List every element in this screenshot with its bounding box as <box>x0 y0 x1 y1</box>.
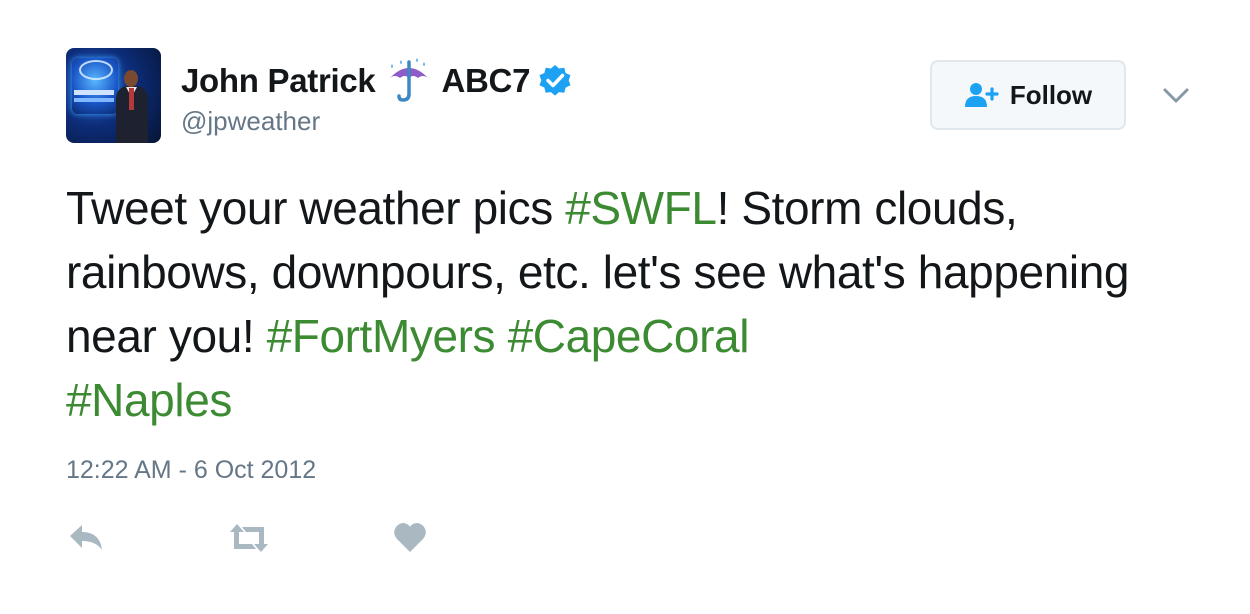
avatar-banner-graphic-2 <box>74 98 114 102</box>
author-name-row[interactable]: John Patrick ABC7 <box>181 58 572 104</box>
avatar[interactable] <box>66 48 161 143</box>
tweet-timestamp[interactable]: 12:22 AM - 6 Oct 2012 <box>66 456 316 485</box>
tweet-text-segment: Tweet your weather pics <box>66 182 566 234</box>
hashtag-link[interactable]: #SWFL <box>565 182 717 234</box>
author-handle[interactable]: @jpweather <box>181 106 320 137</box>
avatar-person-head <box>124 70 138 87</box>
heart-icon[interactable] <box>392 520 428 556</box>
avatar-fish-graphic <box>79 60 113 80</box>
reply-icon[interactable] <box>66 520 106 556</box>
avatar-banner-graphic <box>74 90 114 95</box>
hashtag-link[interactable]: #CapeCoral <box>508 310 750 362</box>
verified-badge-icon <box>538 64 572 98</box>
retweet-icon[interactable] <box>226 520 272 556</box>
chevron-down-icon[interactable] <box>1160 80 1192 112</box>
hashtag-link[interactable]: #Naples <box>66 374 232 426</box>
umbrella-with-rain-icon <box>387 58 431 104</box>
avatar-person-tie <box>129 88 134 110</box>
hashtag-link[interactable]: #FortMyers <box>267 310 496 362</box>
author-name-suffix[interactable]: ABC7 <box>441 62 530 100</box>
follow-button-label: Follow <box>1009 79 1093 110</box>
tweet-text: Tweet your weather pics #SWFL! Storm clo… <box>66 176 1186 432</box>
add-user-icon <box>964 82 1002 108</box>
follow-button[interactable]: Follow <box>930 60 1126 130</box>
author-name[interactable]: John Patrick <box>181 62 376 100</box>
tweet-text-segment <box>495 310 507 362</box>
